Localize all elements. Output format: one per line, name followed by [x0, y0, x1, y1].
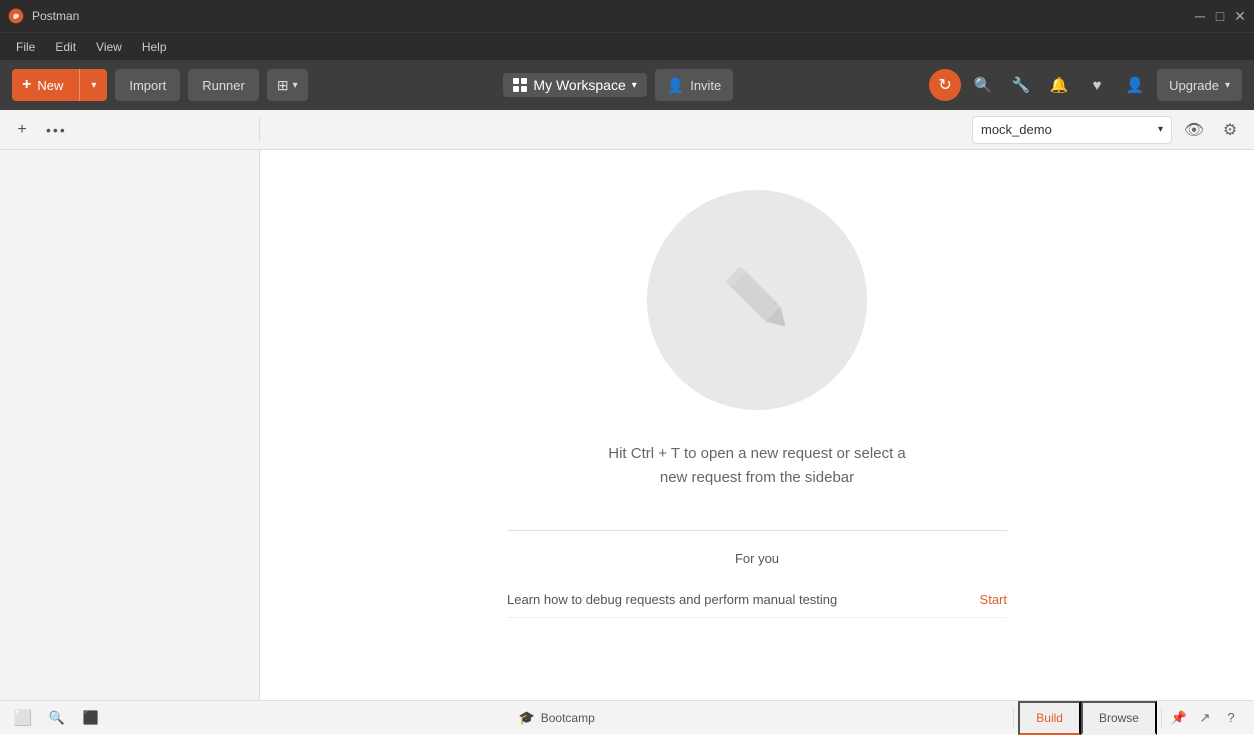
layout-icon: ⬜: [14, 709, 33, 727]
env-settings-button[interactable]: ⚙: [1216, 116, 1244, 144]
menu-edit[interactable]: Edit: [47, 38, 84, 56]
toolbar: + New ▾ Import Runner ⊞ ▾ My Workspace ▾…: [0, 60, 1254, 110]
sidebar-more-button[interactable]: •••: [42, 118, 69, 142]
new-plus-icon: +: [22, 76, 31, 94]
import-button[interactable]: Import: [115, 69, 180, 101]
bottom-console-button[interactable]: ⬛: [78, 705, 104, 731]
env-chevron: ▾: [1158, 124, 1163, 135]
bell-icon: 🔔: [1050, 76, 1069, 94]
tab-browse[interactable]: Browse: [1081, 701, 1157, 735]
new-dropdown-arrow[interactable]: ▾: [79, 69, 107, 101]
window-controls: ─ □ ✕: [1194, 10, 1246, 22]
title-bar: Postman ─ □ ✕: [0, 0, 1254, 32]
bootcamp-button[interactable]: 🎓 Bootcamp: [507, 701, 607, 735]
bottom-center: 🎓 Bootcamp: [507, 701, 607, 735]
menu-file[interactable]: File: [8, 38, 43, 56]
minimize-button[interactable]: ─: [1194, 10, 1206, 22]
favorites-button[interactable]: ♥: [1081, 69, 1113, 101]
user-icon: 👤: [1126, 76, 1145, 94]
env-eye-button[interactable]: 👁: [1180, 116, 1208, 144]
tab-build[interactable]: Build: [1018, 701, 1081, 735]
console-icon: ⬛: [83, 710, 99, 726]
bottom-divider-right: [1161, 708, 1162, 728]
eye-icon: 👁: [1184, 120, 1204, 140]
upgrade-label: Upgrade: [1169, 78, 1219, 93]
notifications-button[interactable]: 🔔: [1043, 69, 1075, 101]
new-tab-dropdown: ▾: [293, 80, 298, 91]
empty-hint-line2: new request from the sidebar: [660, 469, 854, 486]
bootcamp-label: Bootcamp: [541, 711, 595, 725]
bottom-divider-left: [1013, 708, 1014, 728]
bottom-left: ⬜ 🔍 ⬛: [10, 705, 104, 731]
bottom-pin-button[interactable]: 📌: [1166, 705, 1192, 731]
new-tab-icon: ⊞: [277, 77, 289, 94]
sidebar-toolbar: + •••: [0, 118, 260, 142]
share-icon: ↗: [1200, 710, 1211, 726]
menu-view[interactable]: View: [88, 38, 130, 56]
workspace-grid-icon: [513, 78, 527, 92]
sync-button[interactable]: ↻: [929, 69, 961, 101]
bottom-tabs: Build Browse 📌 ↗ ?: [1009, 701, 1244, 735]
wrench-icon: 🔧: [1012, 76, 1031, 94]
empty-hint-line1: Hit Ctrl + T to open a new request or se…: [608, 445, 906, 462]
search-button[interactable]: 🔍: [967, 69, 999, 101]
new-button-label: New: [37, 78, 63, 93]
workspace-chevron: ▾: [632, 80, 637, 91]
workspace-name: My Workspace: [533, 77, 625, 93]
sidebar-add-button[interactable]: +: [10, 118, 34, 142]
env-selected-value: mock_demo: [981, 122, 1152, 137]
bottom-bar: ⬜ 🔍 ⬛ 🎓 Bootcamp Build Browse 📌 ↗ ?: [0, 700, 1254, 734]
app-logo: [8, 8, 24, 24]
app-title: Postman: [32, 9, 79, 23]
bottom-search-button[interactable]: 🔍: [44, 705, 70, 731]
upgrade-button[interactable]: Upgrade ▾: [1157, 69, 1242, 101]
heart-icon: ♥: [1093, 77, 1102, 94]
sync-icon: ↻: [938, 75, 951, 95]
new-tab-group-button[interactable]: ⊞ ▾: [267, 69, 308, 101]
new-button[interactable]: + New ▾: [12, 69, 107, 101]
for-you-section: For you Learn how to debug requests and …: [507, 530, 1007, 618]
environment-selector[interactable]: mock_demo ▾: [972, 116, 1172, 144]
new-button-main[interactable]: + New: [12, 69, 73, 101]
runner-button[interactable]: Runner: [188, 69, 259, 101]
for-you-item-text: Learn how to debug requests and perform …: [507, 592, 837, 607]
upgrade-chevron: ▾: [1225, 80, 1230, 91]
for-you-item-link[interactable]: Start: [980, 592, 1007, 607]
sidebar: [0, 150, 260, 700]
env-bar: mock_demo ▾ 👁 ⚙: [260, 116, 1254, 144]
close-button[interactable]: ✕: [1234, 10, 1246, 22]
main-layout: Hit Ctrl + T to open a new request or se…: [0, 150, 1254, 700]
toolbar-right: ↻ 🔍 🔧 🔔 ♥ 👤 Upgrade ▾: [929, 69, 1242, 101]
empty-icon-container: [647, 190, 867, 410]
bottom-help-button[interactable]: ?: [1218, 705, 1244, 731]
settings-button[interactable]: 🔧: [1005, 69, 1037, 101]
pin-icon: 📌: [1171, 710, 1187, 726]
invite-label: Invite: [690, 78, 721, 93]
menu-bar: File Edit View Help: [0, 32, 1254, 60]
help-icon: ?: [1227, 710, 1234, 725]
empty-state: Hit Ctrl + T to open a new request or se…: [260, 150, 1254, 700]
workspace-selector[interactable]: My Workspace ▾: [503, 73, 646, 97]
invite-icon: 👤: [667, 77, 684, 94]
for-you-title: For you: [507, 551, 1007, 566]
gear-icon: ⚙: [1223, 120, 1237, 140]
content-area: Hit Ctrl + T to open a new request or se…: [260, 150, 1254, 700]
invite-button[interactable]: 👤 Invite: [655, 69, 734, 101]
menu-help[interactable]: Help: [134, 38, 175, 56]
empty-hint: Hit Ctrl + T to open a new request or se…: [608, 442, 906, 490]
pencil-icon: [712, 253, 802, 348]
bootcamp-icon: 🎓: [519, 710, 535, 726]
bottom-share-button[interactable]: ↗: [1192, 705, 1218, 731]
header-row: + ••• mock_demo ▾ 👁 ⚙: [0, 110, 1254, 150]
for-you-item-0: Learn how to debug requests and perform …: [507, 582, 1007, 618]
search-icon: 🔍: [974, 76, 993, 94]
maximize-button[interactable]: □: [1214, 10, 1226, 22]
profile-button[interactable]: 👤: [1119, 69, 1151, 101]
toolbar-center: My Workspace ▾ 👤 Invite: [316, 69, 921, 101]
bottom-search-icon: 🔍: [49, 710, 65, 726]
bottom-layout-button[interactable]: ⬜: [10, 705, 36, 731]
